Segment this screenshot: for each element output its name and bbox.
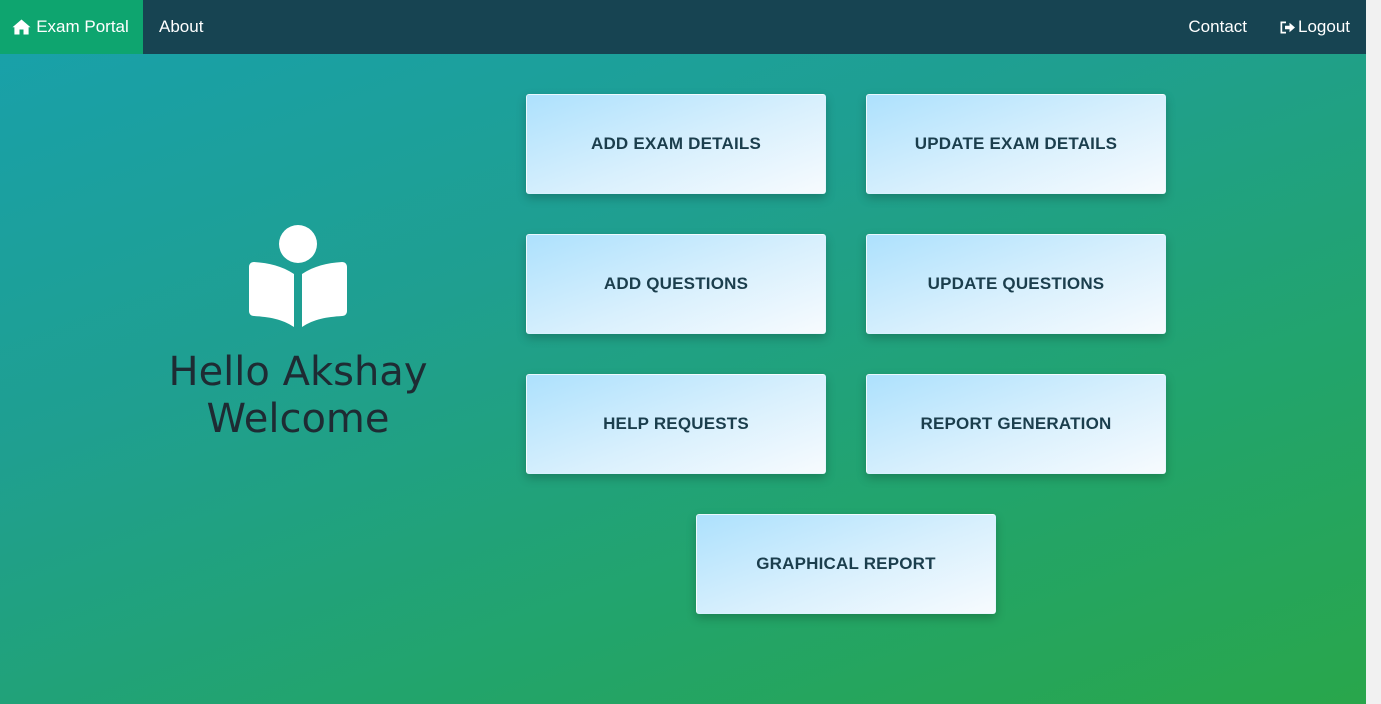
update-questions-label: UPDATE QUESTIONS: [927, 274, 1105, 293]
brand-label: Exam Portal: [36, 17, 129, 36]
welcome-line-name: Hello Akshay: [168, 349, 428, 395]
help-requests-label: HELP REQUESTS: [603, 414, 749, 433]
nav-right-group: Contact Logout: [1172, 0, 1366, 54]
nav-about-link[interactable]: About: [143, 0, 219, 54]
home-icon: [12, 19, 31, 35]
sign-out-icon: [1280, 21, 1295, 33]
update-exam-details-button[interactable]: UPDATE EXAM DETAILS: [866, 94, 1166, 194]
report-generation-button[interactable]: REPORT GENERATION: [866, 374, 1166, 474]
graphical-report-label: GRAPHICAL REPORT: [756, 554, 936, 573]
top-navbar: Exam Portal About Contact Logout: [0, 0, 1366, 54]
report-generation-label: REPORT GENERATION: [920, 414, 1112, 433]
window-edge-strip: [1366, 0, 1381, 704]
help-requests-button[interactable]: HELP REQUESTS: [526, 374, 826, 474]
update-exam-details-label: UPDATE EXAM DETAILS: [914, 134, 1118, 153]
graphical-report-button[interactable]: GRAPHICAL REPORT: [696, 514, 996, 614]
nav-contact-link[interactable]: Contact: [1172, 0, 1263, 54]
welcome-panel: Hello Akshay Welcome: [150, 224, 446, 443]
add-exam-details-label: ADD EXAM DETAILS: [590, 134, 762, 153]
welcome-line-welcome: Welcome: [206, 396, 390, 442]
update-questions-button[interactable]: UPDATE QUESTIONS: [866, 234, 1166, 334]
welcome-greeting: Hello Akshay Welcome: [150, 349, 446, 443]
nav-logout-label: Logout: [1298, 17, 1350, 36]
add-questions-label: ADD QUESTIONS: [603, 274, 749, 293]
dashboard-page: Exam Portal About Contact Logout Hello A…: [0, 0, 1366, 704]
brand-link[interactable]: Exam Portal: [0, 0, 143, 54]
nav-about-label: About: [159, 17, 204, 36]
nav-logout-link[interactable]: Logout: [1263, 0, 1366, 54]
reader-book-icon: [249, 225, 347, 327]
nav-contact-label: Contact: [1188, 17, 1247, 36]
add-exam-details-button[interactable]: ADD EXAM DETAILS: [526, 94, 826, 194]
add-questions-button[interactable]: ADD QUESTIONS: [526, 234, 826, 334]
